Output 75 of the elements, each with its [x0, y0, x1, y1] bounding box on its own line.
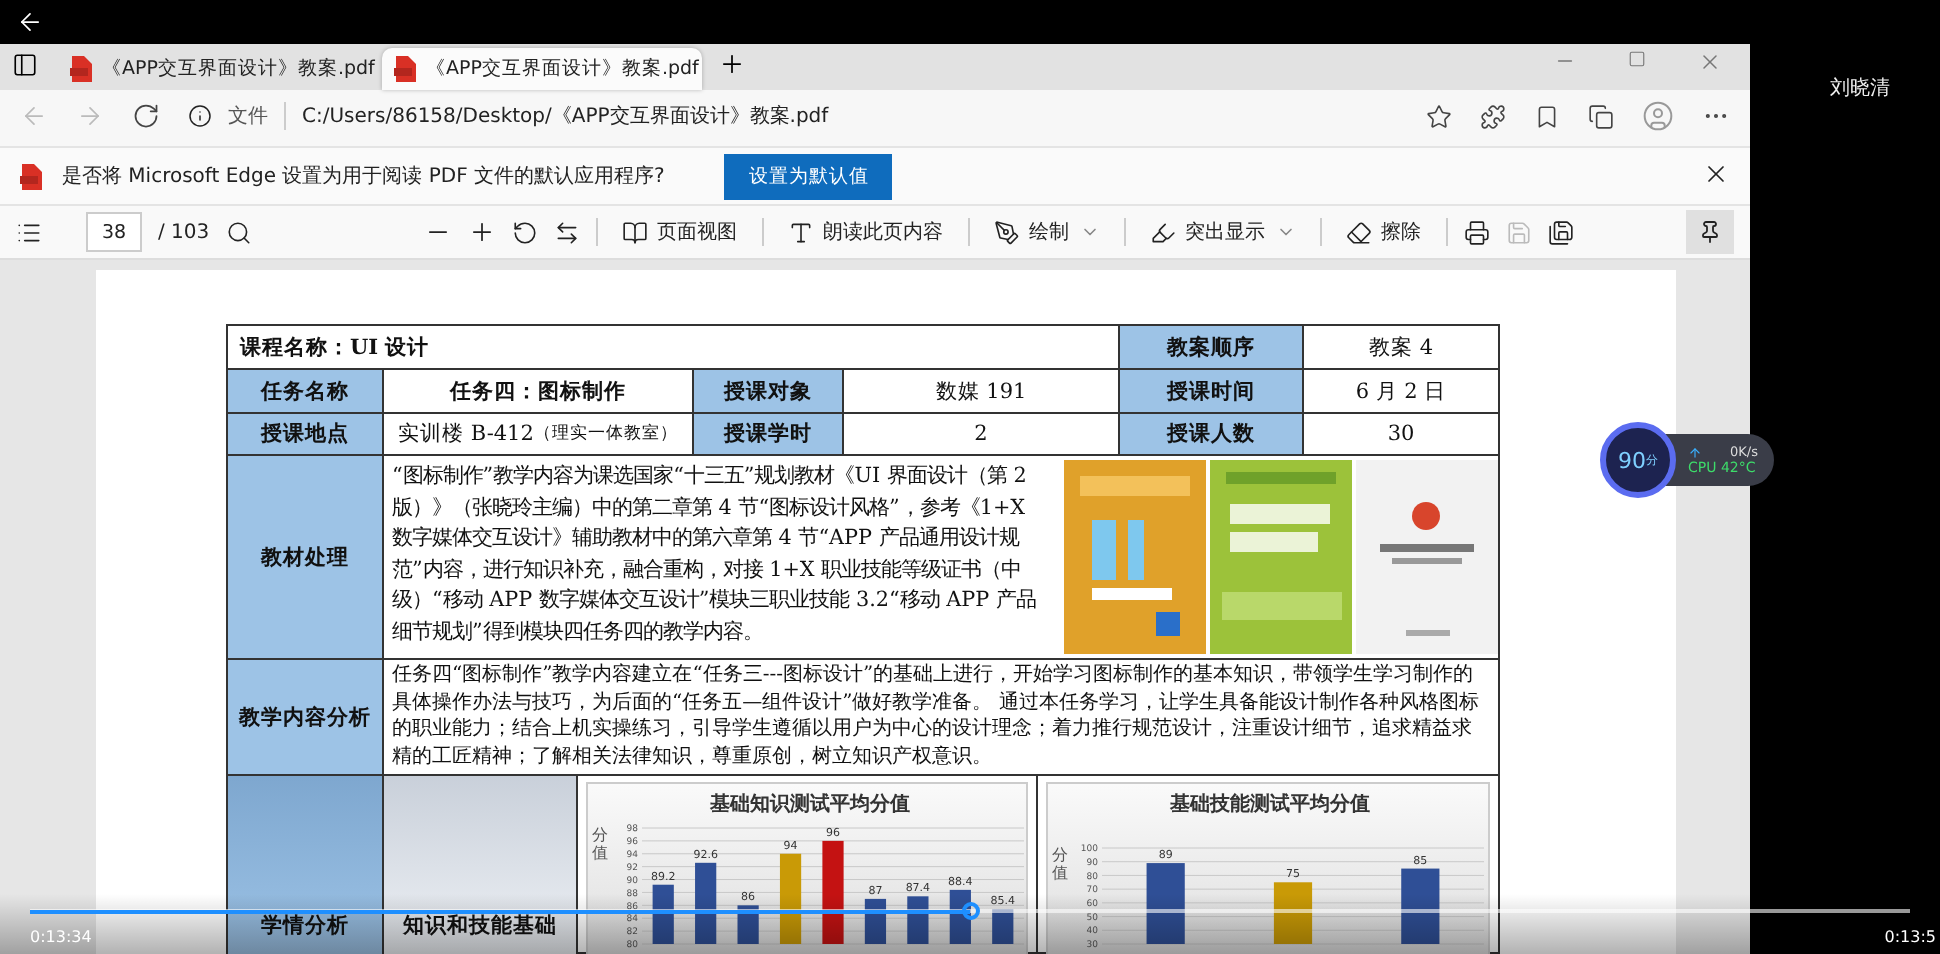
set-default-button[interactable]: 设置为默认值 [724, 153, 893, 199]
bar [779, 853, 802, 944]
bar [1146, 863, 1185, 944]
bar [822, 840, 844, 944]
scheme-label: 文件 [228, 103, 268, 130]
field-label: 授课人数 [1120, 414, 1304, 454]
score-value: 90 [1618, 447, 1646, 473]
user-name: 刘晓清 [1830, 78, 1890, 100]
field-value: 实训楼 B-412 [398, 420, 534, 448]
add-favorite-icon[interactable] [1426, 103, 1452, 129]
progress-handle[interactable] [961, 902, 979, 920]
field-label: 授课时间 [1120, 370, 1304, 412]
field-label: 任务名称 [228, 370, 384, 412]
eraser-icon [1345, 219, 1372, 245]
paragraph: 任务四“图标制作”教学内容建立在“任务三---图标设计”的基础上进行，开始学习图标制作的基本知识，带领学生学习制作的具体操作办法与技巧，为后面的“任务五—组件设计”做好教学准备。 通过本任务学习，让学生具备能设计制作各种风格图标的职业能力；结合上机实操练习，引导学生遵循以用户为中心的设计理念；着力推行规范设计，注重设计细节，追求精益求精的工匠精神；了解相关法律知识，尊重原创，树立知识产权意识。 [390, 661, 1481, 771]
pdf-file-icon [70, 56, 92, 82]
url-text: C:/Users/86158/Desktop/《APP交互界面设计》教案.pdf [302, 103, 829, 130]
section-label: 教材处理 [228, 456, 384, 658]
bar [695, 862, 717, 944]
print-icon[interactable] [1463, 219, 1490, 245]
save-as-icon[interactable] [1547, 219, 1574, 245]
letter-icon [787, 219, 814, 245]
field-note: （理实一体教室） [533, 422, 678, 446]
new-tab-icon[interactable] [718, 50, 746, 78]
field-label: 教案顺序 [1120, 326, 1304, 368]
pdf-file-icon [394, 56, 416, 82]
pin-icon [1698, 220, 1722, 244]
back-icon[interactable] [16, 8, 44, 36]
toolbar-button[interactable]: 页面视图 [613, 218, 746, 246]
info-icon[interactable] [188, 104, 212, 128]
infobar-message: 是否将 Microsoft Edge 设置为用于阅读 PDF 文件的默认应用程序? [62, 163, 665, 190]
toolbar-button[interactable]: 擦除 [1337, 218, 1430, 246]
tab-actions-icon[interactable] [12, 52, 38, 78]
bar [992, 909, 1014, 944]
bar [1401, 868, 1440, 944]
pin-button[interactable] [1686, 210, 1734, 254]
page-number-field[interactable]: 38 [86, 212, 142, 252]
search-icon[interactable] [225, 219, 252, 245]
elapsed-time: 0:13:34 [30, 928, 92, 946]
field-label: 授课地点 [228, 414, 384, 454]
extensions-icon[interactable] [1480, 103, 1506, 129]
pdf-file-icon [20, 163, 42, 189]
axis-label: 分值 [592, 826, 608, 862]
chart-title: 基础技能测试平均分值 [1170, 794, 1370, 816]
favorites-icon[interactable] [1534, 103, 1560, 129]
chart-title: 基础知识测试平均分值 [710, 794, 910, 816]
section-label: 教学内容分析 [228, 660, 384, 774]
fit-width-icon[interactable] [553, 219, 580, 245]
upload-icon [1688, 445, 1702, 459]
field-label: 授课学时 [694, 414, 844, 454]
maximize-icon[interactable] [1628, 50, 1646, 68]
highlighter-icon [1149, 219, 1176, 245]
collections-icon[interactable] [1588, 103, 1614, 129]
browser-tab[interactable]: 《APP交互界面设计》教案.pdf [382, 48, 702, 90]
subsection-label: 知识和技能基础 [384, 776, 578, 954]
section-label: 学情分析 [228, 776, 384, 954]
address-bar[interactable]: 文件 C:/Users/86158/Desktop/《APP交互界面设计》教案.pdf [188, 94, 1398, 138]
refresh-icon[interactable] [132, 102, 160, 130]
profile-icon[interactable] [1642, 100, 1674, 132]
field-label: 授课对象 [694, 370, 844, 412]
zoom-in-icon[interactable] [467, 218, 496, 246]
toolbar-button[interactable]: 绘制 [985, 218, 1108, 246]
paragraph: “图标制作”教学内容为课选国家“十三五”规划教材《UI 界面设计（第 2 版）》（张晓玲主编）中的第二章第 4 节“图标设计风格”，参考《1+X 数字媒体交互设计》辅助教材中的第六章第 4 节“APP 产品通用设计规范”内容，进行知识补充，融合重构，对接 1+X 职业技能等级证书（中级）“移动 APP 数字媒体交互设计”模块三职业技能 3.2“移动 APP 产品细节规划”得到模块四任务四的教学内容。 [390, 462, 1038, 648]
bar [907, 896, 929, 944]
bar [864, 898, 887, 944]
bar [1273, 882, 1313, 944]
bar [652, 884, 674, 944]
book-icon [621, 219, 648, 245]
rotate-icon[interactable] [511, 219, 538, 245]
page-count: / 103 [158, 221, 210, 243]
toolbar-button[interactable]: 朗读此页内容 [779, 218, 952, 246]
duration-time: 0:13:5 [1884, 928, 1936, 946]
toolbar-button[interactable]: 突出显示 [1141, 218, 1304, 246]
pen-icon [993, 219, 1020, 245]
axis-label: 分值 [1052, 846, 1068, 882]
